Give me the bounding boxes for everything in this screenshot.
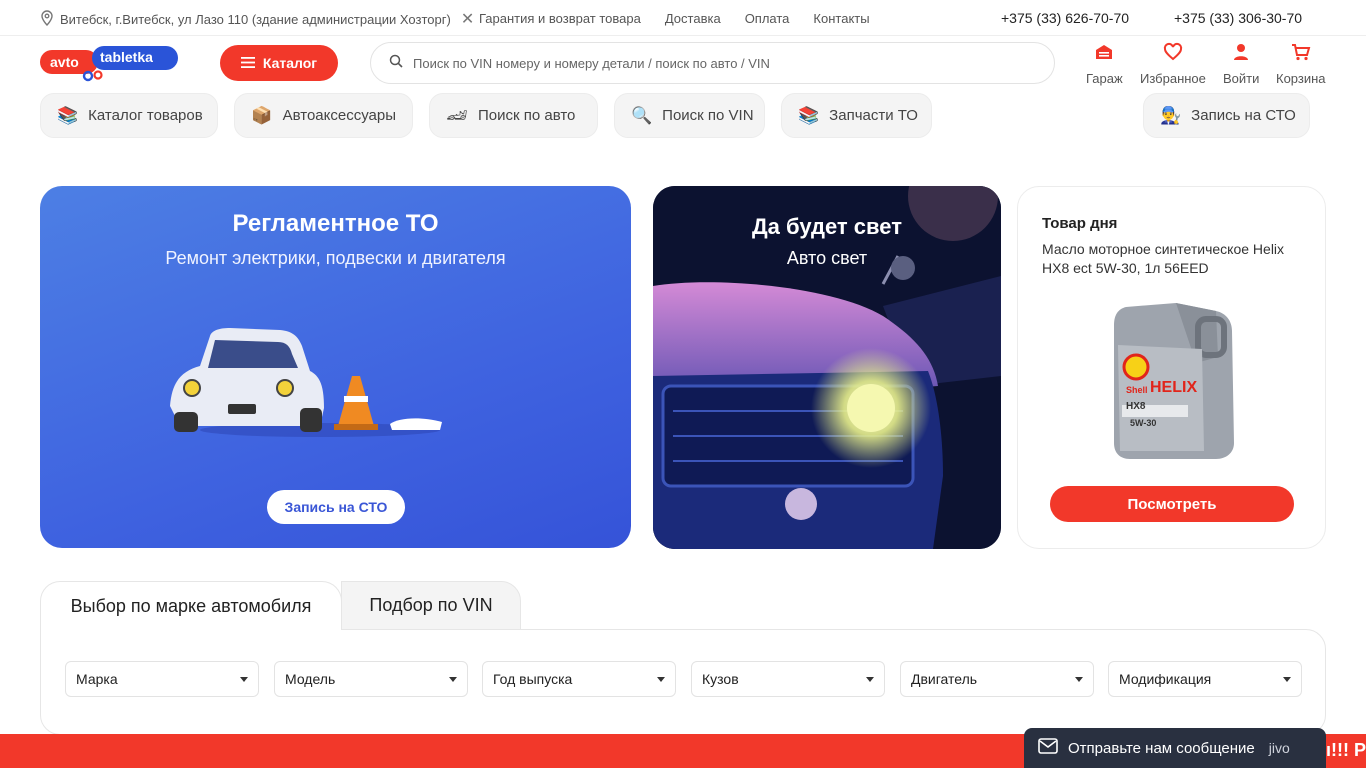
link-delivery[interactable]: Доставка	[665, 11, 721, 26]
deal-heading: Товар дня	[1042, 215, 1118, 232]
garage-icon	[1094, 42, 1114, 65]
chat-widget-label: Отправьте нам сообщение	[1068, 739, 1255, 757]
select-modification[interactable]: Модификация	[1108, 661, 1302, 697]
garage-label: Гараж	[1086, 71, 1123, 86]
link-warranty[interactable]: Гарантия и возврат товара	[479, 11, 641, 26]
quicknav-label: Запчасти ТО	[829, 107, 918, 124]
quicknav-label: Автоаксессуары	[282, 107, 396, 124]
select-year[interactable]: Год выпуска	[482, 661, 676, 697]
caret-down-icon	[657, 676, 665, 682]
banner-lights[interactable]: Да будет свет Авто свет	[653, 186, 1001, 549]
select-value: Год выпуска	[493, 671, 573, 687]
quicknav-label: Поиск по авто	[478, 107, 576, 124]
oil-can-image[interactable]: Shell HELIX HX8 5W-30	[1106, 297, 1242, 463]
quicknav-label: Поиск по VIN	[662, 107, 754, 124]
books-icon: 📚	[57, 105, 79, 125]
caret-down-icon	[449, 676, 457, 682]
chat-brand: jivo	[1268, 740, 1290, 756]
address-text: Витебск, г.Витебск, ул Лазо 110 (здание …	[60, 12, 451, 27]
favorites-label: Избранное	[1140, 71, 1206, 86]
menu-icon	[240, 55, 255, 71]
quicknav-service-booking[interactable]: 👨‍🔧 Запись на СТО	[1143, 93, 1310, 138]
banner-subtitle: Ремонт электрики, подвески и двигателя	[165, 248, 506, 268]
tab-by-brand[interactable]: Выбор по марке автомобиля	[40, 581, 342, 630]
headlight-car-illustration	[653, 186, 1001, 549]
tab-by-vin[interactable]: Подбор по VIN	[341, 581, 521, 630]
select-value: Модификация	[1119, 671, 1212, 687]
catalog-button-label: Каталог	[262, 55, 318, 71]
site-logo[interactable]: avto tabletka	[40, 44, 180, 82]
can-line-text: HELIX	[1150, 379, 1198, 396]
login-button[interactable]: Войти	[1223, 42, 1259, 86]
quicknav-label: Каталог товаров	[88, 107, 203, 124]
select-engine[interactable]: Двигатель	[900, 661, 1094, 697]
user-icon	[1231, 42, 1251, 65]
link-payment[interactable]: Оплата	[745, 11, 790, 26]
caret-down-icon	[1283, 676, 1291, 682]
favorites-button[interactable]: Избранное	[1140, 42, 1206, 86]
heart-icon	[1163, 42, 1183, 65]
magnifier-icon: 🔍	[631, 105, 653, 125]
quicknav-search-vin[interactable]: 🔍 Поиск по VIN	[614, 93, 765, 138]
page: Витебск, г.Витебск, ул Лазо 110 (здание …	[0, 0, 1366, 768]
quicknav-accessories[interactable]: 📦 Автоаксессуары	[234, 93, 413, 138]
service-booking-button[interactable]: Запись на СТО	[267, 490, 405, 524]
garage-button[interactable]: Гараж	[1086, 42, 1123, 86]
caret-down-icon	[240, 676, 248, 682]
search-box	[370, 42, 1055, 84]
address-block[interactable]: Витебск, г.Витебск, ул Лазо 110 (здание …	[40, 10, 474, 29]
race-car-icon: 🏎	[446, 105, 468, 125]
select-value: Модель	[285, 671, 336, 687]
can-grade-text: 5W-30	[1130, 418, 1157, 428]
banner-title: Регламентное ТО	[232, 210, 439, 237]
can-brand-text: Shell	[1126, 385, 1148, 395]
select-value: Кузов	[702, 671, 739, 687]
select-value: Двигатель	[911, 671, 978, 687]
quicknav-search-auto[interactable]: 🏎 Поиск по авто	[429, 93, 598, 138]
select-value: Марка	[76, 671, 118, 687]
search-icon[interactable]	[389, 54, 403, 73]
quicknav-parts[interactable]: 📚 Запчасти ТО	[781, 93, 932, 138]
chat-widget[interactable]: Отправьте нам сообщение jivo	[1024, 728, 1326, 768]
cart-label: Корзина	[1276, 71, 1326, 86]
close-icon[interactable]: ✕	[461, 11, 474, 27]
cart-icon	[1291, 42, 1311, 65]
banner-title: Да будет свет	[752, 214, 902, 239]
quicknav-label: Запись на СТО	[1191, 107, 1296, 124]
box-icon: 📦	[251, 105, 273, 125]
catalog-button[interactable]: Каталог	[220, 45, 338, 81]
location-pin-icon	[40, 10, 54, 29]
books-icon: 📚	[798, 105, 820, 125]
logo-text-tabletka: tabletka	[100, 49, 153, 65]
select-make[interactable]: Марка	[65, 661, 259, 697]
banner-maintenance[interactable]: Регламентное ТО Ремонт электрики, подвес…	[40, 186, 631, 548]
select-model[interactable]: Модель	[274, 661, 468, 697]
caret-down-icon	[1075, 676, 1083, 682]
deal-of-day-card: Товар дня Масло моторное синтетическое H…	[1017, 186, 1326, 549]
phone-2[interactable]: +375 (33) 306-30-70	[1174, 10, 1302, 26]
select-body[interactable]: Кузов	[691, 661, 885, 697]
top-links: Гарантия и возврат товара Доставка Оплат…	[479, 11, 870, 26]
caret-down-icon	[866, 676, 874, 682]
view-deal-button[interactable]: Посмотреть	[1050, 486, 1294, 522]
search-input[interactable]	[413, 55, 1033, 71]
login-label: Войти	[1223, 71, 1260, 86]
link-contacts[interactable]: Контакты	[813, 11, 869, 26]
deal-product-name[interactable]: Масло моторное синтетическое Helix HX8 e…	[1042, 240, 1312, 278]
can-model-text: HX8	[1126, 401, 1146, 412]
top-bar: Витебск, г.Витебск, ул Лазо 110 (здание …	[0, 0, 1366, 36]
mechanic-icon: 👨‍🔧	[1160, 105, 1182, 125]
quicknav-catalog[interactable]: 📚 Каталог товаров	[40, 93, 218, 138]
logo-text-avto: avto	[50, 54, 79, 70]
phone-1[interactable]: +375 (33) 626-70-70	[1001, 10, 1129, 26]
car-illustration	[170, 328, 442, 437]
message-icon	[1038, 738, 1058, 758]
cart-button[interactable]: Корзина	[1276, 42, 1326, 86]
banner-subtitle: Авто свет	[786, 248, 868, 268]
